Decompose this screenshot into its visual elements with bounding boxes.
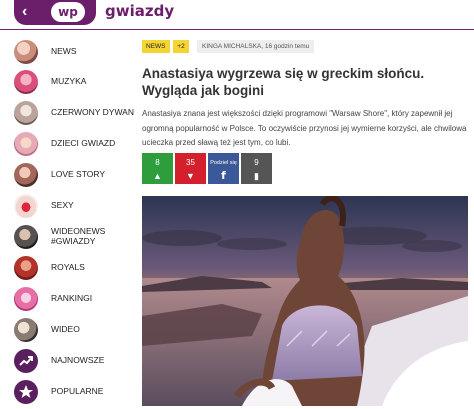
comments-count: 9: [254, 158, 259, 167]
sidebar-item-royals[interactable]: ROYALS: [14, 254, 134, 282]
sunset-photo-image: [142, 196, 468, 406]
comments-button[interactable]: 9 ▮: [241, 153, 272, 184]
royals-thumb-icon: [14, 256, 38, 280]
sidebar-item-popularne[interactable]: POPULARNE: [14, 378, 134, 406]
sidebar-item-label: LOVE STORY: [51, 169, 106, 179]
sidebar-item-label: RANKINGI: [51, 293, 93, 303]
sidebar-item-label: POPULARNE: [51, 386, 104, 396]
star-kids-thumb-icon: [14, 132, 38, 156]
sidebar-item-wideonews[interactable]: WIDEONEWS #GWIAZDY: [14, 223, 134, 251]
sexy-thumb-icon: [14, 194, 38, 218]
social-bar: 8 ▲ 35 ▼ Podziel się f 9 ▮: [142, 153, 342, 185]
facebook-icon: f: [221, 169, 226, 182]
like-button[interactable]: 8 ▲: [142, 153, 173, 184]
sidebar-item-label: WIDEO: [51, 324, 80, 334]
like-count: 8: [155, 158, 160, 167]
sidebar-item-love-story[interactable]: LOVE STORY: [14, 161, 134, 189]
sidebar-item-muzyka[interactable]: MUZYKA: [14, 68, 134, 96]
extra-categories-badge[interactable]: +2: [173, 40, 189, 53]
share-label: Podziel się: [210, 160, 237, 166]
sidebar-item-news[interactable]: NEWS: [14, 38, 134, 66]
video-thumb-icon: [14, 318, 38, 342]
sidebar-item-dzieci-gwiazd[interactable]: DZIECI GWIAZD: [14, 130, 134, 158]
news-thumb-icon: [14, 40, 38, 64]
article-photo[interactable]: [142, 196, 468, 406]
sidebar-item-label: DZIECI GWIAZD: [51, 138, 116, 148]
sidebar-item-label: ROYALS: [51, 262, 85, 272]
dislike-button[interactable]: 35 ▼: [175, 153, 206, 184]
comment-icon: ▮: [254, 171, 259, 181]
article-meta: NEWS +2 KINGA MICHALSKA, 16 godzin temu: [142, 40, 468, 54]
sidebar-item-label: NEWS: [51, 46, 77, 56]
thumbs-up-icon: ▲: [153, 171, 162, 181]
thumbs-down-icon: ▼: [186, 171, 195, 181]
article-title: Anastasiya wygrzewa się w greckim słońcu…: [142, 66, 425, 98]
wp-logo: wp: [51, 2, 85, 22]
chevron-left-icon: ‹: [22, 3, 28, 20]
sidebar-item-label: SEXY: [51, 200, 74, 210]
logo-text: wp: [58, 5, 78, 19]
dislike-count: 35: [186, 158, 195, 167]
videonews-thumb-icon: [14, 225, 38, 249]
love-story-thumb-icon: [14, 163, 38, 187]
facebook-share-button[interactable]: Podziel się f: [208, 153, 239, 184]
sidebar-item-czerwony-dywan[interactable]: CZERWONY DYWAN: [14, 99, 134, 127]
author-date: KINGA MICHALSKA, 16 godzin temu: [197, 40, 315, 53]
sidebar-item-sexy[interactable]: SEXY: [14, 192, 134, 220]
brand-name[interactable]: gwiazdy: [105, 2, 174, 20]
star-icon: [14, 380, 38, 404]
sidebar-item-label: WIDEONEWS #GWIAZDY: [51, 226, 106, 246]
sidebar-item-rankingi[interactable]: RANKINGI: [14, 285, 134, 313]
sidebar-item-label: CZERWONY DYWAN: [51, 107, 134, 117]
sidebar-item-label: NAJNOWSZE: [51, 355, 105, 365]
sidebar-item-najnowsze[interactable]: NAJNOWSZE: [14, 347, 134, 375]
sidebar-item-label: MUZYKA: [51, 76, 87, 86]
article-lead: Anastasiya znana jest większości dzięki …: [142, 109, 467, 147]
category-badge[interactable]: NEWS: [142, 40, 170, 53]
music-thumb-icon: [14, 70, 38, 94]
back-button[interactable]: ‹ wp: [14, 0, 96, 25]
rankings-thumb-icon: [14, 287, 38, 311]
red-carpet-thumb-icon: [14, 101, 38, 125]
top-header: ‹ wp gwiazdy: [0, 0, 474, 30]
sidebar-item-wideo[interactable]: WIDEO: [14, 316, 134, 344]
trending-arrow-icon: [14, 349, 38, 373]
